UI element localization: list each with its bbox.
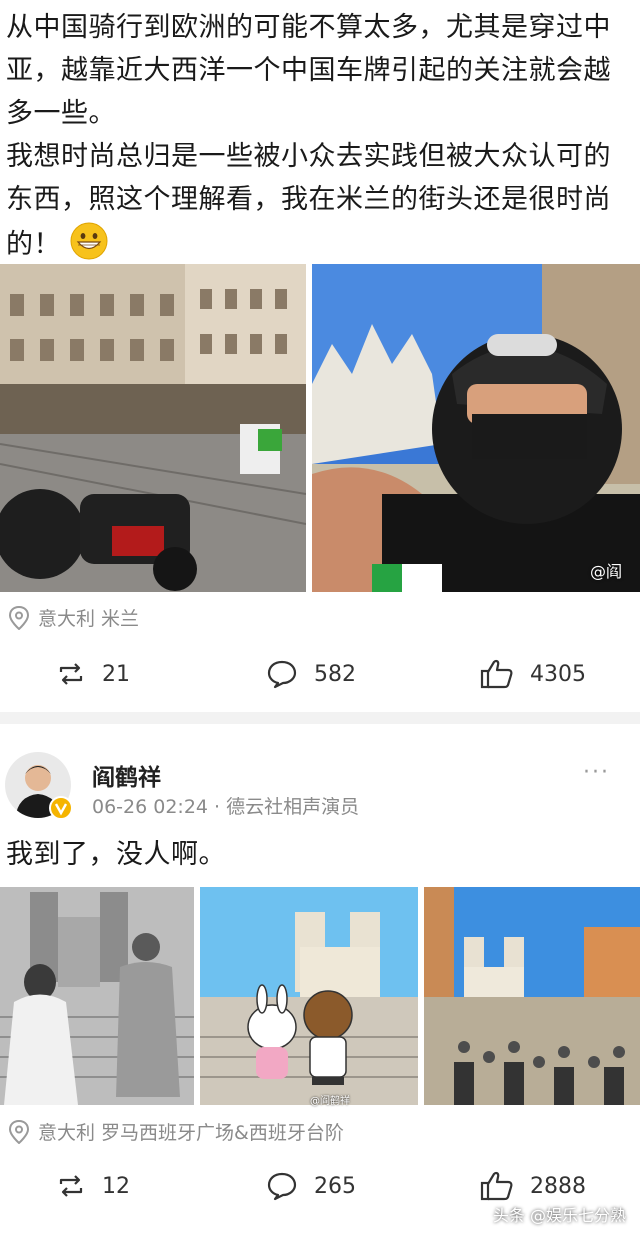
like-count: 2888 — [530, 1173, 586, 1199]
comment-icon — [267, 1172, 297, 1201]
post1-photo-street[interactable] — [0, 264, 306, 592]
comment-button[interactable]: 265 — [266, 1156, 356, 1216]
page-watermark: 头条 @娱乐七分熟 — [492, 1206, 626, 1225]
post2-text: 我到了，没人啊。 — [6, 839, 226, 870]
post-meta: 06-26 02:24 · 德云社相声演员 — [92, 796, 360, 818]
repost-icon — [59, 663, 83, 685]
thumbs-up-icon — [480, 659, 513, 689]
author-name[interactable]: 阎鹤祥 — [92, 758, 161, 792]
repost-button[interactable]: 12 — [56, 1156, 130, 1216]
grinning-emoji-icon — [70, 222, 108, 260]
post2-photo-spanish-steps[interactable] — [424, 887, 640, 1105]
comment-button[interactable]: 582 — [266, 644, 356, 704]
repost-icon — [59, 1175, 83, 1197]
repost-button[interactable]: 21 — [56, 644, 130, 704]
repost-count: 21 — [102, 661, 130, 687]
comment-count: 265 — [314, 1173, 356, 1199]
like-count: 4305 — [530, 661, 586, 687]
more-options-icon[interactable]: ··· — [583, 760, 610, 785]
location-label: 意大利 米兰 — [38, 608, 140, 630]
photo-watermark: @阎 — [589, 562, 622, 581]
post1-text: 从中国骑行到欧洲的可能不算太多，尤其是穿过中亚，越靠近大西洋一个中国车牌引起的关… — [6, 6, 634, 266]
post2-photo-roman-holiday[interactable] — [0, 887, 194, 1105]
comment-icon — [267, 660, 297, 689]
thumbs-up-icon — [480, 1171, 513, 1201]
post-divider — [0, 712, 640, 724]
post2-location[interactable]: 意大利 罗马西班牙广场&西班牙台阶 — [8, 1118, 344, 1145]
post1-location[interactable]: 意大利 米兰 — [8, 604, 139, 631]
location-label: 意大利 罗马西班牙广场&西班牙台阶 — [38, 1122, 344, 1144]
cartoon-watermark: @阎鹤祥 — [310, 1096, 350, 1107]
verified-badge-icon — [49, 796, 73, 820]
post1-photo-selfie[interactable]: @阎 — [312, 264, 640, 592]
location-pin-icon — [8, 1119, 30, 1144]
comment-count: 582 — [314, 661, 356, 687]
author-avatar[interactable] — [5, 752, 73, 820]
post2-photo-cartoon[interactable] — [200, 887, 418, 1105]
repost-count: 12 — [102, 1173, 130, 1199]
post1-actions: 21 582 4305 — [0, 644, 640, 704]
location-pin-icon — [8, 605, 30, 630]
like-button[interactable]: 4305 — [480, 644, 586, 704]
